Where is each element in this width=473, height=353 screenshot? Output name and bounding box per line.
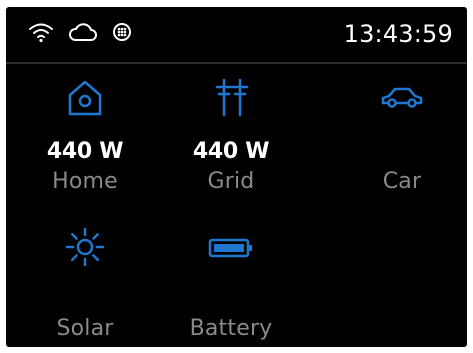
device-screen: 13:43:59 440 W Home 440 W Grid Car Solar…: [6, 7, 467, 347]
grid-power-value: 440 W: [192, 139, 270, 164]
battery-icon: [166, 237, 296, 283]
car-label: Car: [382, 169, 422, 194]
power-pylon-icon: [166, 77, 296, 123]
home-icon: [20, 77, 150, 123]
cloud-icon: [68, 21, 98, 43]
battery-label: Battery: [189, 316, 273, 341]
sun-icon: [20, 225, 150, 271]
tile-battery[interactable]: Battery: [166, 225, 296, 345]
tile-grid[interactable]: 440 W Grid: [166, 77, 296, 207]
home-power-value: 440 W: [46, 139, 124, 164]
clock: 13:43:59: [343, 20, 453, 48]
status-bar: 13:43:59: [6, 7, 467, 62]
grid-dot-icon: [111, 21, 133, 43]
grid-label: Grid: [207, 169, 255, 194]
car-icon: [337, 83, 467, 129]
tile-home[interactable]: 440 W Home: [20, 77, 150, 207]
solar-label: Solar: [56, 316, 114, 341]
tile-car[interactable]: Car: [337, 77, 467, 207]
home-label: Home: [52, 169, 118, 194]
tile-solar[interactable]: Solar: [20, 225, 150, 345]
status-divider: [6, 62, 467, 64]
wifi-icon: [28, 21, 54, 43]
